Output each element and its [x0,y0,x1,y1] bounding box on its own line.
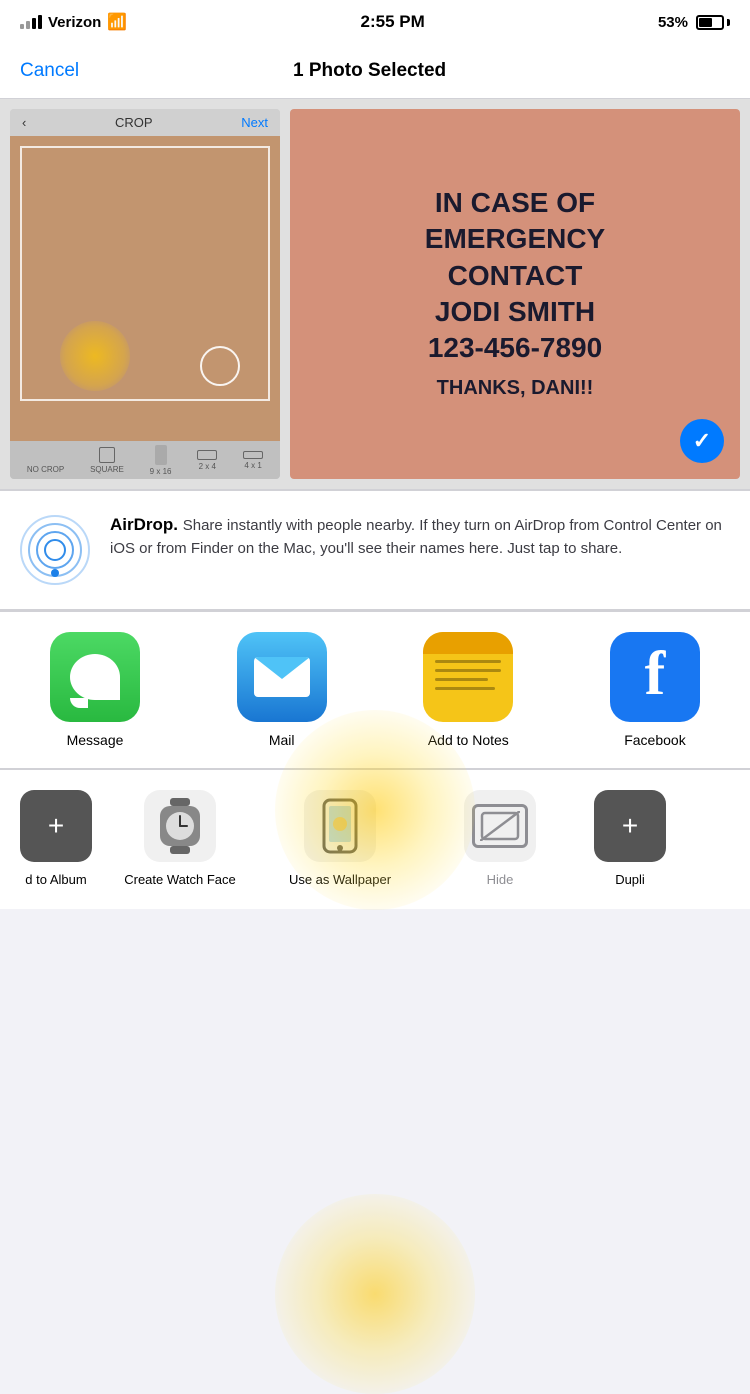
action-icon-add-album: + [20,790,92,862]
nav-title: 1 Photo Selected [293,60,446,82]
photo-text: IN CASE OFEMERGENCYCONTACTJODI SMITH123-… [405,165,625,423]
action-item-hide[interactable]: Hide [420,790,580,909]
app-label-facebook: Facebook [624,732,685,748]
actions-row: + d to Album Create Watch Face [0,790,750,909]
photo-preview[interactable]: IN CASE OFEMERGENCYCONTACTJODI SMITH123-… [290,109,740,479]
app-icon-message [50,632,140,722]
status-bar: Verizon 📶 2:55 PM 53% [0,0,750,44]
nav-bar: Cancel 1 Photo Selected [0,44,750,99]
crop-tool-square[interactable]: SQUARE [90,447,124,474]
app-label-mail: Mail [269,732,295,748]
crop-tool-nocrop[interactable]: NO CROP [27,447,64,474]
finger-ring-yellow [60,321,130,391]
crop-tool-4x1[interactable]: 4 x 1 [243,451,263,470]
app-item-facebook[interactable]: f Facebook [580,632,730,748]
selected-checkmark[interactable] [680,419,724,463]
hide-image-icon [480,811,520,841]
app-item-mail[interactable]: Mail [207,632,357,748]
app-icon-notes [423,632,513,722]
crop-tool-2x4[interactable]: 2 x 4 [197,450,217,471]
action-label-add-album: d to Album [25,872,86,889]
carrier-label: Verizon [48,14,101,31]
action-label-hide: Hide [487,872,514,889]
chevron-left-icon: ‹ [22,115,26,130]
add-album-plus-icon: + [48,810,64,842]
airdrop-icon [20,515,90,585]
cancel-button[interactable]: Cancel [20,60,79,82]
message-bubble-icon [70,654,120,700]
airdrop-text: AirDrop. Share instantly with people nea… [110,515,730,560]
crop-header: ‹ CROP Next [10,109,280,136]
action-item-duplicate[interactable]: + Dupli [580,790,680,909]
wallpaper-phone-icon [320,798,360,854]
crop-image[interactable] [10,136,280,441]
airdrop-title: AirDrop. [110,515,183,534]
status-left: Verizon 📶 [20,12,127,32]
facebook-f-icon: f [645,643,666,711]
action-icon-hide [464,790,536,862]
signal-icon [20,15,42,29]
finger-press-overlay-apps [275,1194,475,1394]
actions-section: + d to Album Create Watch Face [0,769,750,909]
action-item-add-album[interactable]: + d to Album [0,790,100,909]
action-label-watch-face: Create Watch Face [124,872,236,889]
crop-tool-9x16[interactable]: 9 x 16 [150,445,172,476]
crop-next-button[interactable]: Next [241,115,268,130]
airdrop-description: Share instantly with people nearby. If t… [110,517,722,557]
action-item-watch-face[interactable]: Create Watch Face [100,790,260,909]
watch-face-icon [158,798,202,854]
action-label-duplicate: Dupli [615,872,645,889]
app-label-notes: Add to Notes [428,732,509,748]
battery-icon [696,15,730,30]
battery-percent: 53% [658,14,688,31]
action-icon-duplicate: + [594,790,666,862]
action-label-wallpaper: Use as Wallpaper [289,872,391,889]
action-icon-watch-face [144,790,216,862]
crop-label: CROP [115,115,153,130]
duplicate-plus-icon: + [622,810,638,842]
crop-editor[interactable]: ‹ CROP Next NO CROP SQUARE 9 x 16 [10,109,280,479]
app-icon-facebook: f [610,632,700,722]
app-icon-mail [237,632,327,722]
app-item-notes[interactable]: Add to Notes [393,632,543,748]
apps-row: Message Mail Add to Notes [0,632,750,748]
action-item-wallpaper[interactable]: Use as Wallpaper [260,790,420,909]
app-item-message[interactable]: Message [20,632,170,748]
crop-handle-white [200,346,240,386]
crop-toolbar: NO CROP SQUARE 9 x 16 2 x 4 4 x 1 [10,441,280,479]
action-icon-wallpaper [304,790,376,862]
wifi-icon: 📶 [107,12,127,32]
mail-envelope-icon [254,657,310,697]
apps-section: Message Mail Add to Notes [0,611,750,768]
time-label: 2:55 PM [361,12,425,32]
app-label-message: Message [67,732,124,748]
photo-area: ‹ CROP Next NO CROP SQUARE 9 x 16 [0,99,750,489]
status-right: 53% [658,14,730,31]
airdrop-section: AirDrop. Share instantly with people nea… [0,490,750,610]
